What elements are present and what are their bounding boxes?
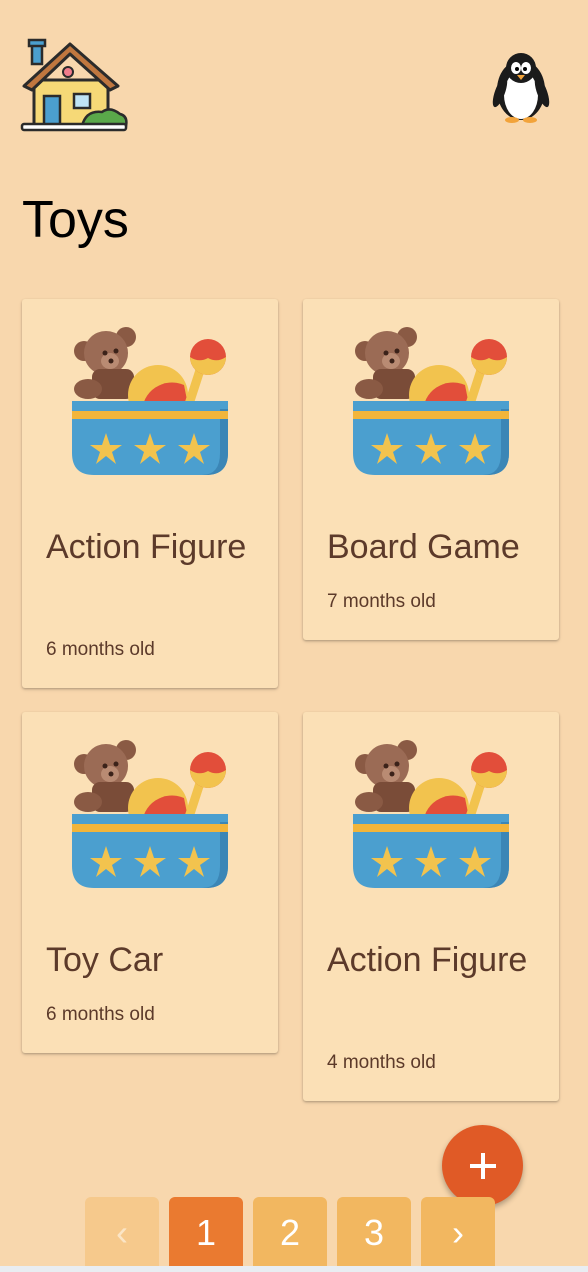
add-toy-button[interactable] — [442, 1125, 523, 1206]
toy-age: 6 months old — [46, 1004, 155, 1025]
toy-box-icon — [353, 327, 509, 475]
toy-age: 7 months old — [327, 591, 436, 612]
next-page-button[interactable]: › — [421, 1197, 495, 1269]
toy-name: Board Game — [327, 528, 520, 566]
penguin-avatar-icon[interactable] — [492, 50, 550, 124]
page-button-1[interactable]: 1 — [169, 1197, 243, 1269]
toy-card[interactable]: Toy Car 6 months old — [22, 712, 278, 1053]
page-button-2[interactable]: 2 — [253, 1197, 327, 1269]
house-icon[interactable] — [20, 36, 130, 136]
toy-name: Action Figure — [46, 528, 247, 566]
toy-card[interactable]: Action Figure 6 months old — [22, 299, 278, 688]
toy-box-icon — [72, 327, 228, 475]
app-header — [0, 0, 588, 150]
toy-age: 4 months old — [327, 1052, 436, 1073]
page-title: Toys — [22, 191, 129, 249]
page-button-3[interactable]: 3 — [337, 1197, 411, 1269]
toy-name: Toy Car — [46, 941, 164, 979]
toy-age: 6 months old — [46, 639, 155, 660]
toy-card[interactable]: Action Figure 4 months old — [303, 712, 559, 1101]
toy-box-icon — [72, 740, 228, 888]
toy-box-icon — [353, 740, 509, 888]
plus-icon — [469, 1152, 496, 1179]
bottom-bar — [0, 1266, 588, 1272]
toy-name: Action Figure — [327, 941, 528, 979]
prev-page-button[interactable]: ‹ — [85, 1197, 159, 1269]
pagination: ‹ 1 2 3 › — [85, 1197, 505, 1272]
toy-card[interactable]: Board Game 7 months old — [303, 299, 559, 640]
